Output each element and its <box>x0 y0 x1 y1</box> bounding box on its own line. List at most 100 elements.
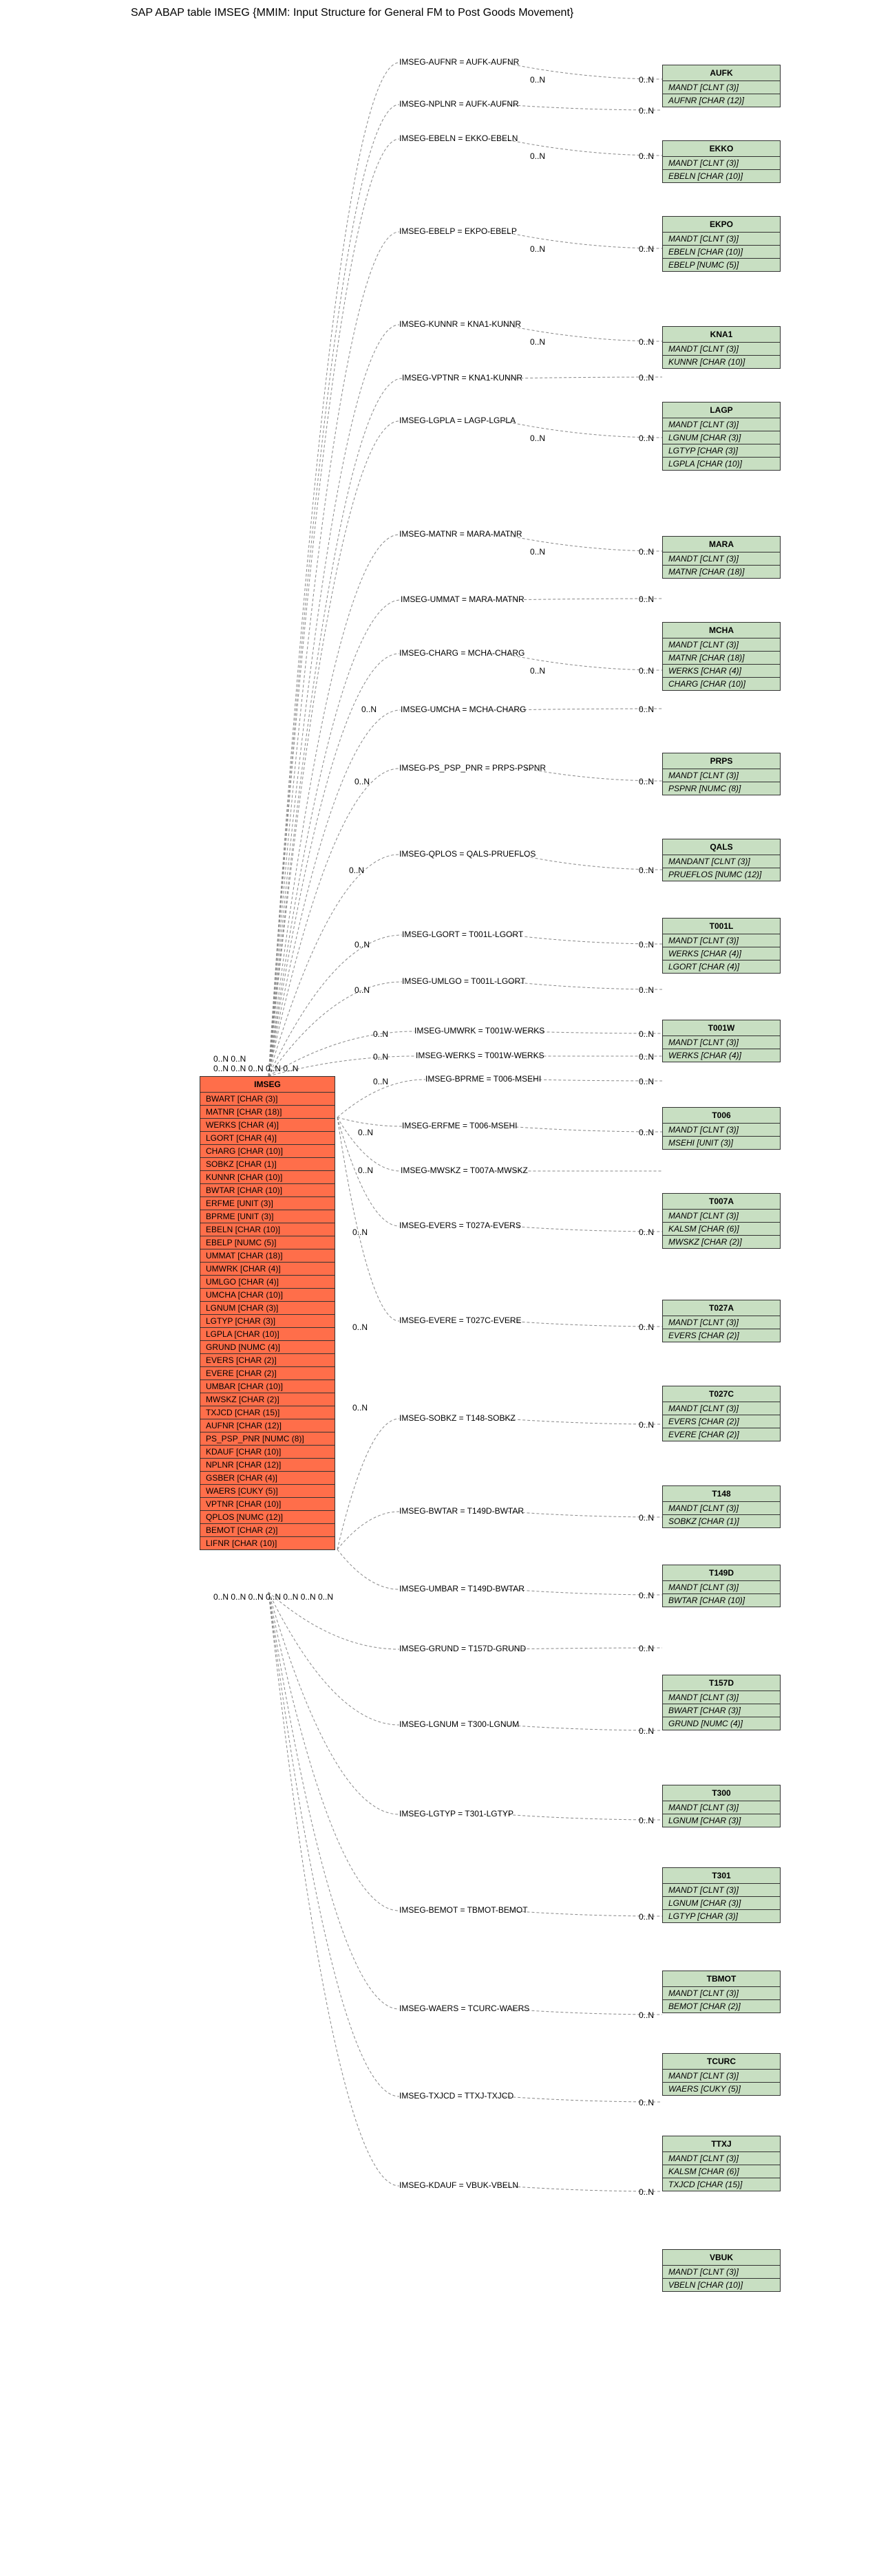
cardinality: 0..N <box>639 1029 654 1039</box>
entity-header: T006 <box>663 1108 780 1124</box>
relation-label: IMSEG-TXJCD = TTXJ-TXJCD <box>399 2091 513 2101</box>
cardinality: 0..N <box>530 244 545 254</box>
cardinality: 0..N <box>530 75 545 85</box>
cardinality: 0..N <box>639 1227 654 1237</box>
entity-field: ERFME [UNIT (3)] <box>200 1197 335 1210</box>
entity-field: MWSKZ [CHAR (2)] <box>200 1393 335 1406</box>
entity-t149d: T149DMANDT [CLNT (3)]BWTAR [CHAR (10)] <box>662 1565 781 1607</box>
cardinality: 0..N <box>530 547 545 557</box>
entity-field: NPLNR [CHAR (12)] <box>200 1459 335 1472</box>
cardinality: 0..N <box>639 866 654 875</box>
cardinality: 0..N <box>639 1322 654 1332</box>
cardinality: 0..N <box>352 1227 368 1237</box>
relation-label: IMSEG-QPLOS = QALS-PRUEFLOS <box>399 849 536 859</box>
cardinality: 0..N <box>639 1420 654 1430</box>
cardinality: 0..N <box>530 337 545 347</box>
entity-field: LGNUM [CHAR (3)] <box>663 1897 780 1910</box>
entity-field: WERKS [CHAR (4)] <box>200 1119 335 1132</box>
entity-header: AUFK <box>663 65 780 81</box>
relation-label: IMSEG-GRUND = T157D-GRUND <box>399 1644 526 1653</box>
entity-field: MANDT [CLNT (3)] <box>663 552 780 566</box>
entity-t001l: T001LMANDT [CLNT (3)]WERKS [CHAR (4)]LGO… <box>662 918 781 974</box>
entity-field: MSEHI [UNIT (3)] <box>663 1137 780 1149</box>
entity-field: MANDT [CLNT (3)] <box>663 2266 780 2279</box>
cardinality: 0..N <box>639 985 654 995</box>
entity-field: GRUND [NUMC (4)] <box>200 1341 335 1354</box>
entity-t001w: T001WMANDT [CLNT (3)]WERKS [CHAR (4)] <box>662 1020 781 1062</box>
entity-field: QPLOS [NUMC (12)] <box>200 1511 335 1524</box>
entity-field: CHARG [CHAR (10)] <box>663 678 780 690</box>
entity-field: LGPLA [CHAR (10)] <box>200 1328 335 1341</box>
entity-header: VBUK <box>663 2250 780 2266</box>
entity-field: BEMOT [CHAR (2)] <box>663 2000 780 2012</box>
entity-header: TTXJ <box>663 2136 780 2152</box>
cardinality: 0..N <box>361 705 377 714</box>
cardinality: 0..N <box>373 1052 388 1062</box>
cardinality: 0..N <box>639 151 654 161</box>
cardinality: 0..N <box>354 777 370 786</box>
cardinality: 0..N <box>639 2187 654 2197</box>
entity-field: MWSKZ [CHAR (2)] <box>663 1236 780 1248</box>
entity-field: EVERS [CHAR (2)] <box>663 1329 780 1342</box>
entity-field: MATNR [CHAR (18)] <box>663 566 780 578</box>
cardinality: 0..N <box>530 433 545 443</box>
entity-field: MATNR [CHAR (18)] <box>663 652 780 665</box>
entity-field: MANDT [CLNT (3)] <box>663 1987 780 2000</box>
entity-field: MANDT [CLNT (3)] <box>663 81 780 94</box>
entity-field: MANDT [CLNT (3)] <box>663 1036 780 1049</box>
entity-field: WAERS [CUKY (5)] <box>663 2083 780 2095</box>
entity-imseg: IMSEG BWART [CHAR (3)]MATNR [CHAR (18)]W… <box>200 1076 335 1550</box>
cardinality: 0..N <box>352 1322 368 1332</box>
entity-header: QALS <box>663 839 780 855</box>
entity-t007a: T007AMANDT [CLNT (3)]KALSM [CHAR (6)]MWS… <box>662 1193 781 1249</box>
entity-field: MANDT [CLNT (3)] <box>663 2152 780 2165</box>
entity-kna1: KNA1MANDT [CLNT (3)]KUNNR [CHAR (10)] <box>662 326 781 369</box>
entity-field: AUFNR [CHAR (12)] <box>200 1419 335 1432</box>
entity-header: T027C <box>663 1386 780 1402</box>
entity-ekpo: EKPOMANDT [CLNT (3)]EBELN [CHAR (10)]EBE… <box>662 216 781 272</box>
entity-field: EVERS [CHAR (2)] <box>200 1354 335 1367</box>
entity-field: UMBAR [CHAR (10)] <box>200 1380 335 1393</box>
relation-label: IMSEG-EVERS = T027A-EVERS <box>399 1221 521 1230</box>
entity-field: LGTYP [CHAR (3)] <box>663 444 780 458</box>
entity-field: MANDT [CLNT (3)] <box>663 1884 780 1897</box>
relation-label: IMSEG-UMCHA = MCHA-CHARG <box>401 705 526 714</box>
relation-label: IMSEG-BPRME = T006-MSEHI <box>425 1074 541 1084</box>
entity-field: LGNUM [CHAR (3)] <box>200 1302 335 1315</box>
relation-label: IMSEG-WERKS = T001W-WERKS <box>416 1051 544 1060</box>
entity-field: EVERS [CHAR (2)] <box>663 1415 780 1428</box>
entity-prps: PRPSMANDT [CLNT (3)]PSPNR [NUMC (8)] <box>662 753 781 795</box>
entity-field: MANDT [CLNT (3)] <box>663 1691 780 1704</box>
relation-label: IMSEG-MWSKZ = T007A-MWSKZ <box>401 1166 528 1175</box>
entity-field: MANDT [CLNT (3)] <box>663 769 780 782</box>
entity-field: PSPNR [NUMC (8)] <box>663 782 780 795</box>
entity-field: EVERE [CHAR (2)] <box>200 1367 335 1380</box>
entity-field: KDAUF [CHAR (10)] <box>200 1446 335 1459</box>
entity-field: BWTAR [CHAR (10)] <box>200 1184 335 1197</box>
entity-field: LGPLA [CHAR (10)] <box>663 458 780 470</box>
entity-ekko: EKKOMANDT [CLNT (3)]EBELN [CHAR (10)] <box>662 140 781 183</box>
cardinality: 0..N <box>530 151 545 161</box>
entity-t301: T301MANDT [CLNT (3)]LGNUM [CHAR (3)]LGTY… <box>662 1867 781 1923</box>
diagram-container: IMSEG BWART [CHAR (3)]MATNR [CHAR (18)]W… <box>7 23 872 2569</box>
cardinality: 0..N <box>639 1591 654 1600</box>
cardinality: 0..N <box>639 2098 654 2107</box>
entity-t300: T300MANDT [CLNT (3)]LGNUM [CHAR (3)] <box>662 1785 781 1827</box>
relation-label: IMSEG-KUNNR = KNA1-KUNNR <box>399 319 521 329</box>
page-title: SAP ABAP table IMSEG {MMIM: Input Struct… <box>131 7 879 19</box>
entity-tcurc: TCURCMANDT [CLNT (3)]WAERS [CUKY (5)] <box>662 2053 781 2096</box>
entity-field: LIFNR [CHAR (10)] <box>200 1537 335 1549</box>
cardinality: 0..N <box>354 985 370 995</box>
entity-header: T149D <box>663 1565 780 1581</box>
cardinality: 0..N <box>639 1726 654 1736</box>
entity-t148: T148MANDT [CLNT (3)]SOBKZ [CHAR (1)] <box>662 1485 781 1528</box>
entity-aufk: AUFKMANDT [CLNT (3)]AUFNR [CHAR (12)] <box>662 65 781 107</box>
entity-t157d: T157DMANDT [CLNT (3)]BWART [CHAR (3)]GRU… <box>662 1675 781 1730</box>
relation-label: IMSEG-MATNR = MARA-MATNR <box>399 529 522 539</box>
entity-field: MANDT [CLNT (3)] <box>663 934 780 947</box>
cardinality: 0..N <box>639 1128 654 1137</box>
entity-field: MANDT [CLNT (3)] <box>663 1124 780 1137</box>
cardinality: 0..N <box>639 547 654 557</box>
entity-lagp: LAGPMANDT [CLNT (3)]LGNUM [CHAR (3)]LGTY… <box>662 402 781 471</box>
cardinality: 0..N <box>639 1077 654 1086</box>
